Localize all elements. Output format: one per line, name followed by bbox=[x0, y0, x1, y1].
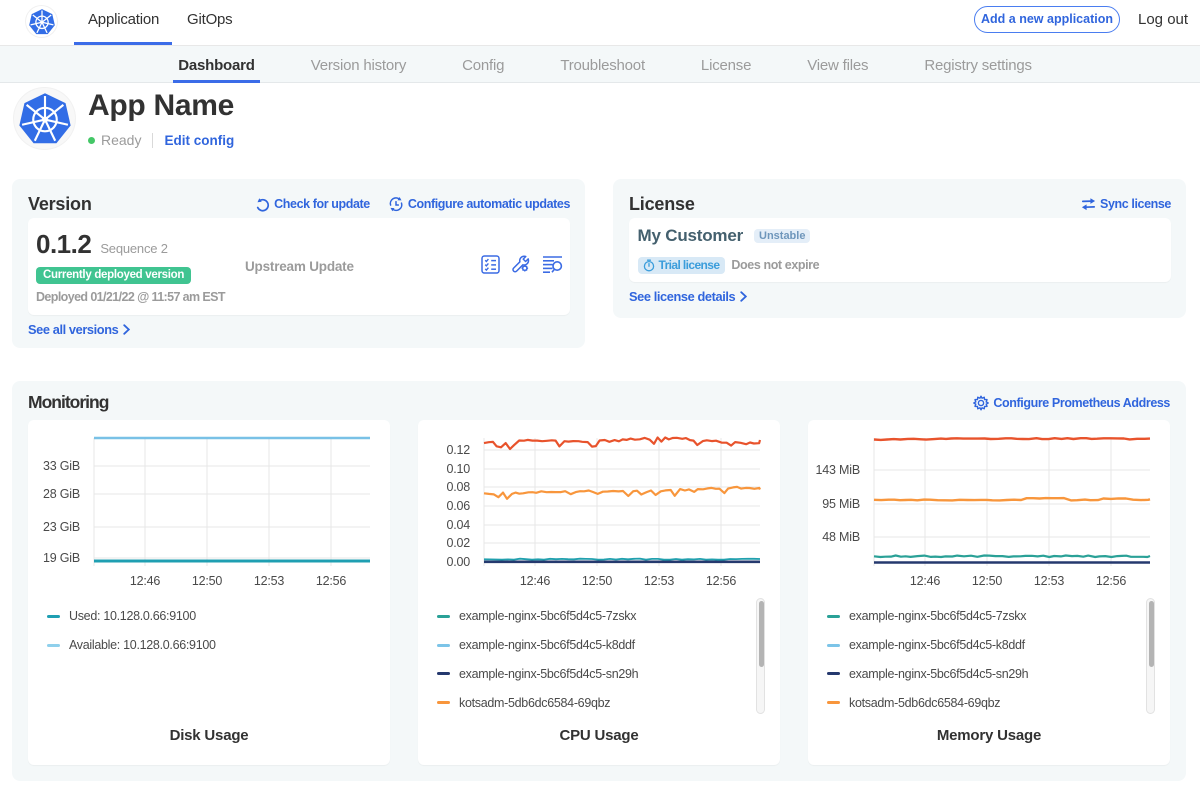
svg-text:12:46: 12:46 bbox=[520, 574, 551, 588]
svg-text:143 MiB: 143 MiB bbox=[816, 463, 860, 477]
svg-text:0.12: 0.12 bbox=[446, 443, 470, 457]
svg-text:12:46: 12:46 bbox=[130, 574, 161, 588]
svg-text:0.02: 0.02 bbox=[446, 536, 470, 550]
svg-text:12:46: 12:46 bbox=[910, 574, 941, 588]
svg-text:0.06: 0.06 bbox=[446, 499, 470, 513]
svg-text:95 MiB: 95 MiB bbox=[822, 497, 860, 511]
svg-text:48 MiB: 48 MiB bbox=[822, 530, 860, 544]
svg-text:0.10: 0.10 bbox=[446, 462, 470, 476]
svg-text:12:50: 12:50 bbox=[192, 574, 223, 588]
svg-text:19 GiB: 19 GiB bbox=[43, 551, 80, 565]
svg-text:0.08: 0.08 bbox=[446, 480, 470, 494]
svg-text:12:56: 12:56 bbox=[1096, 574, 1127, 588]
svg-text:0.00: 0.00 bbox=[446, 555, 470, 569]
svg-text:23 GiB: 23 GiB bbox=[43, 520, 80, 534]
svg-text:12:50: 12:50 bbox=[972, 574, 1003, 588]
svg-text:12:53: 12:53 bbox=[1034, 574, 1065, 588]
svg-text:12:56: 12:56 bbox=[706, 574, 737, 588]
svg-text:33 GiB: 33 GiB bbox=[43, 459, 80, 473]
svg-text:28 GiB: 28 GiB bbox=[43, 487, 80, 501]
svg-text:12:53: 12:53 bbox=[644, 574, 675, 588]
svg-text:12:50: 12:50 bbox=[582, 574, 613, 588]
svg-text:12:56: 12:56 bbox=[316, 574, 347, 588]
svg-text:0.04: 0.04 bbox=[446, 518, 470, 532]
svg-text:12:53: 12:53 bbox=[254, 574, 285, 588]
